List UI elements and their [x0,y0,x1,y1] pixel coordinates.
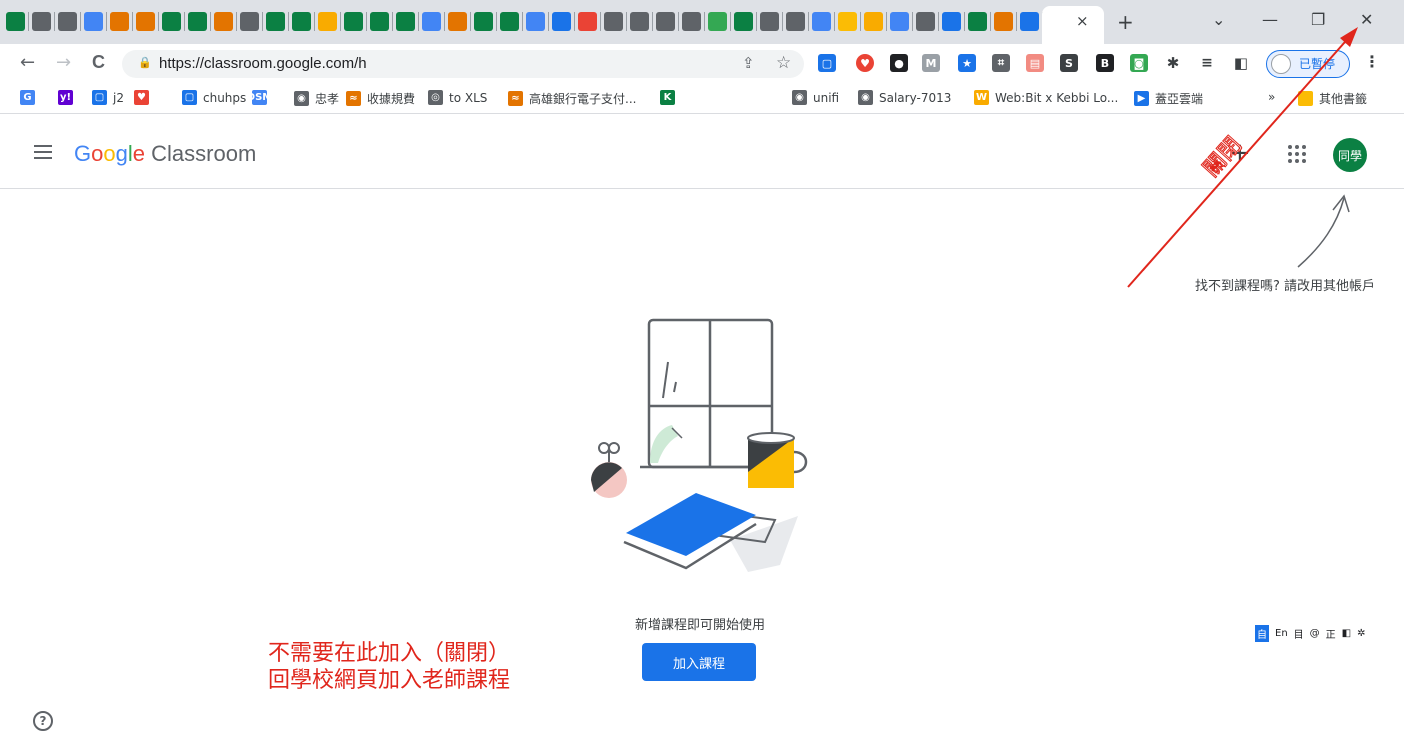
red-arrow-line [1127,33,1353,288]
help-icon[interactable]: ? [33,711,53,731]
ime-item[interactable]: ◧ [1342,628,1351,639]
ime-item[interactable]: 目 [1294,626,1304,641]
ime-item[interactable]: 正 [1326,626,1336,641]
ime-toolbar: 自 En 目 @ 正 ◧ ✲ [1255,625,1366,642]
close-annotation-text: 關閉 [1199,133,1247,182]
ime-item[interactable]: 自 [1255,625,1269,642]
gray-hint-arrow [1297,197,1345,268]
ime-item[interactable]: ✲ [1357,628,1365,639]
ime-item[interactable]: @ [1310,628,1320,639]
ime-item[interactable]: En [1275,628,1288,639]
annotation-arrows: 關閉 [1127,27,1358,288]
